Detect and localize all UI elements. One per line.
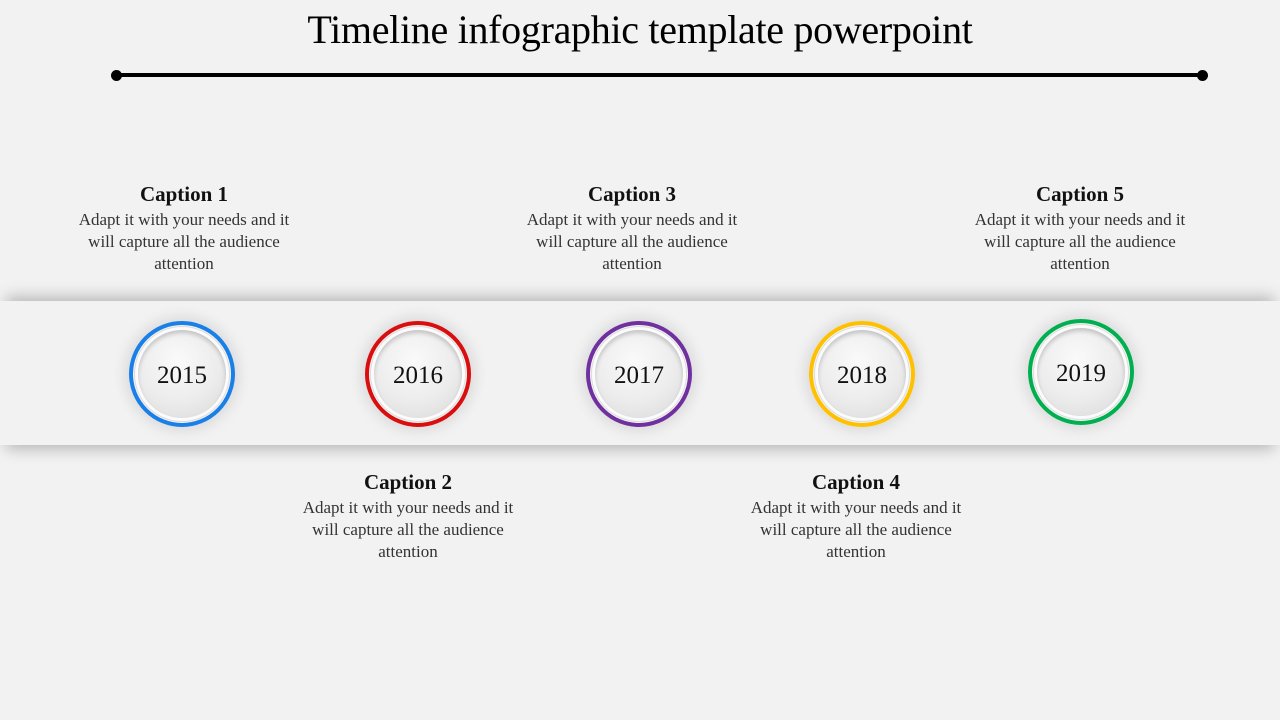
timeline-node-2017: 2017 [586,321,692,427]
node-year: 2018 [837,362,887,389]
underline-right-dot [1197,70,1208,81]
node-year: 2016 [393,362,443,389]
caption-title: Caption 1 [139,182,229,206]
caption-title: Caption 2 [363,470,453,494]
caption-text: Adapt it with your needs and it will cap… [974,210,1186,273]
caption-title: Caption 3 [587,182,677,206]
caption-text: Adapt it with your needs and it will cap… [78,210,290,273]
caption-block-5: Caption 5 Adapt it with your needs and i… [960,181,1200,275]
caption-block-2: Caption 2 Adapt it with your needs and i… [288,469,528,563]
caption-block-3: Caption 3 Adapt it with your needs and i… [512,181,752,275]
caption-block-4: Caption 4 Adapt it with your needs and i… [736,469,976,563]
timeline-node-2016: 2016 [365,321,471,427]
caption-text: Adapt it with your needs and it will cap… [750,498,962,561]
node-year: 2019 [1056,360,1106,387]
timeline-node-2018: 2018 [809,321,915,427]
page-title: Timeline infographic template powerpoint [307,7,973,52]
title-underline [116,73,1203,77]
caption-title: Caption 4 [811,470,901,494]
caption-text: Adapt it with your needs and it will cap… [526,210,738,273]
node-year: 2015 [157,362,207,389]
timeline-node-2015: 2015 [129,321,235,427]
caption-block-1: Caption 1 Adapt it with your needs and i… [64,181,304,275]
caption-text: Adapt it with your needs and it will cap… [302,498,514,561]
caption-title: Caption 5 [1035,182,1125,206]
timeline-node-2019: 2019 [1028,319,1134,425]
node-year: 2017 [614,362,664,389]
underline-left-dot [111,70,122,81]
